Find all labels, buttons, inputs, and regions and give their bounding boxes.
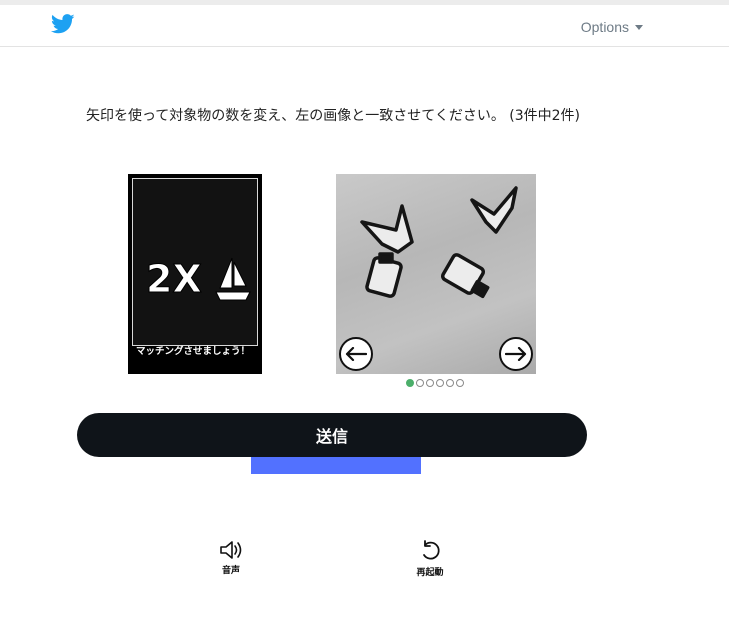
caret-down-icon (635, 25, 643, 30)
arrow-right-icon (505, 347, 527, 361)
accent-bar (251, 457, 421, 474)
carousel-dot[interactable] (426, 379, 434, 387)
options-label: Options (580, 19, 629, 35)
package-icon (440, 253, 490, 299)
sailboat-icon (215, 257, 251, 301)
target-count-art: 2X (146, 257, 251, 302)
bird-icon (470, 186, 518, 234)
carousel-dot[interactable] (456, 379, 464, 387)
carousel-dot[interactable] (416, 379, 424, 387)
next-arrow-button[interactable] (499, 337, 533, 371)
twitter-bird-icon[interactable] (51, 13, 75, 35)
restart-label: 再起動 (416, 568, 444, 578)
restart-icon (423, 540, 440, 560)
target-count-text: 2X (146, 257, 202, 301)
prev-arrow-button[interactable] (339, 337, 373, 371)
submit-button[interactable]: 送信 (77, 413, 587, 457)
top-bar: Options (0, 0, 729, 47)
package-icon (365, 252, 403, 298)
target-caption: マッチングさせましょう！ (136, 346, 251, 357)
audio-button[interactable]: 音声 (213, 540, 249, 576)
audio-label: 音声 (221, 566, 240, 576)
options-menu[interactable]: Options (581, 19, 643, 35)
target-image-card: 2X マッチングさせましょう！ (128, 174, 262, 374)
speaker-icon (220, 541, 242, 559)
arrow-left-icon (345, 347, 367, 361)
carousel-dot[interactable] (436, 379, 444, 387)
restart-button[interactable]: 再起動 (410, 540, 450, 578)
carousel-dots (406, 379, 464, 387)
challenge-instruction: 矢印を使って対象物の数を変え、左の画像と一致させてください。 (3件中2件) (85, 108, 581, 124)
carousel-dot[interactable] (446, 379, 454, 387)
puzzle-image (336, 174, 536, 374)
bird-icon (360, 204, 414, 254)
carousel-dot[interactable] (406, 379, 414, 387)
